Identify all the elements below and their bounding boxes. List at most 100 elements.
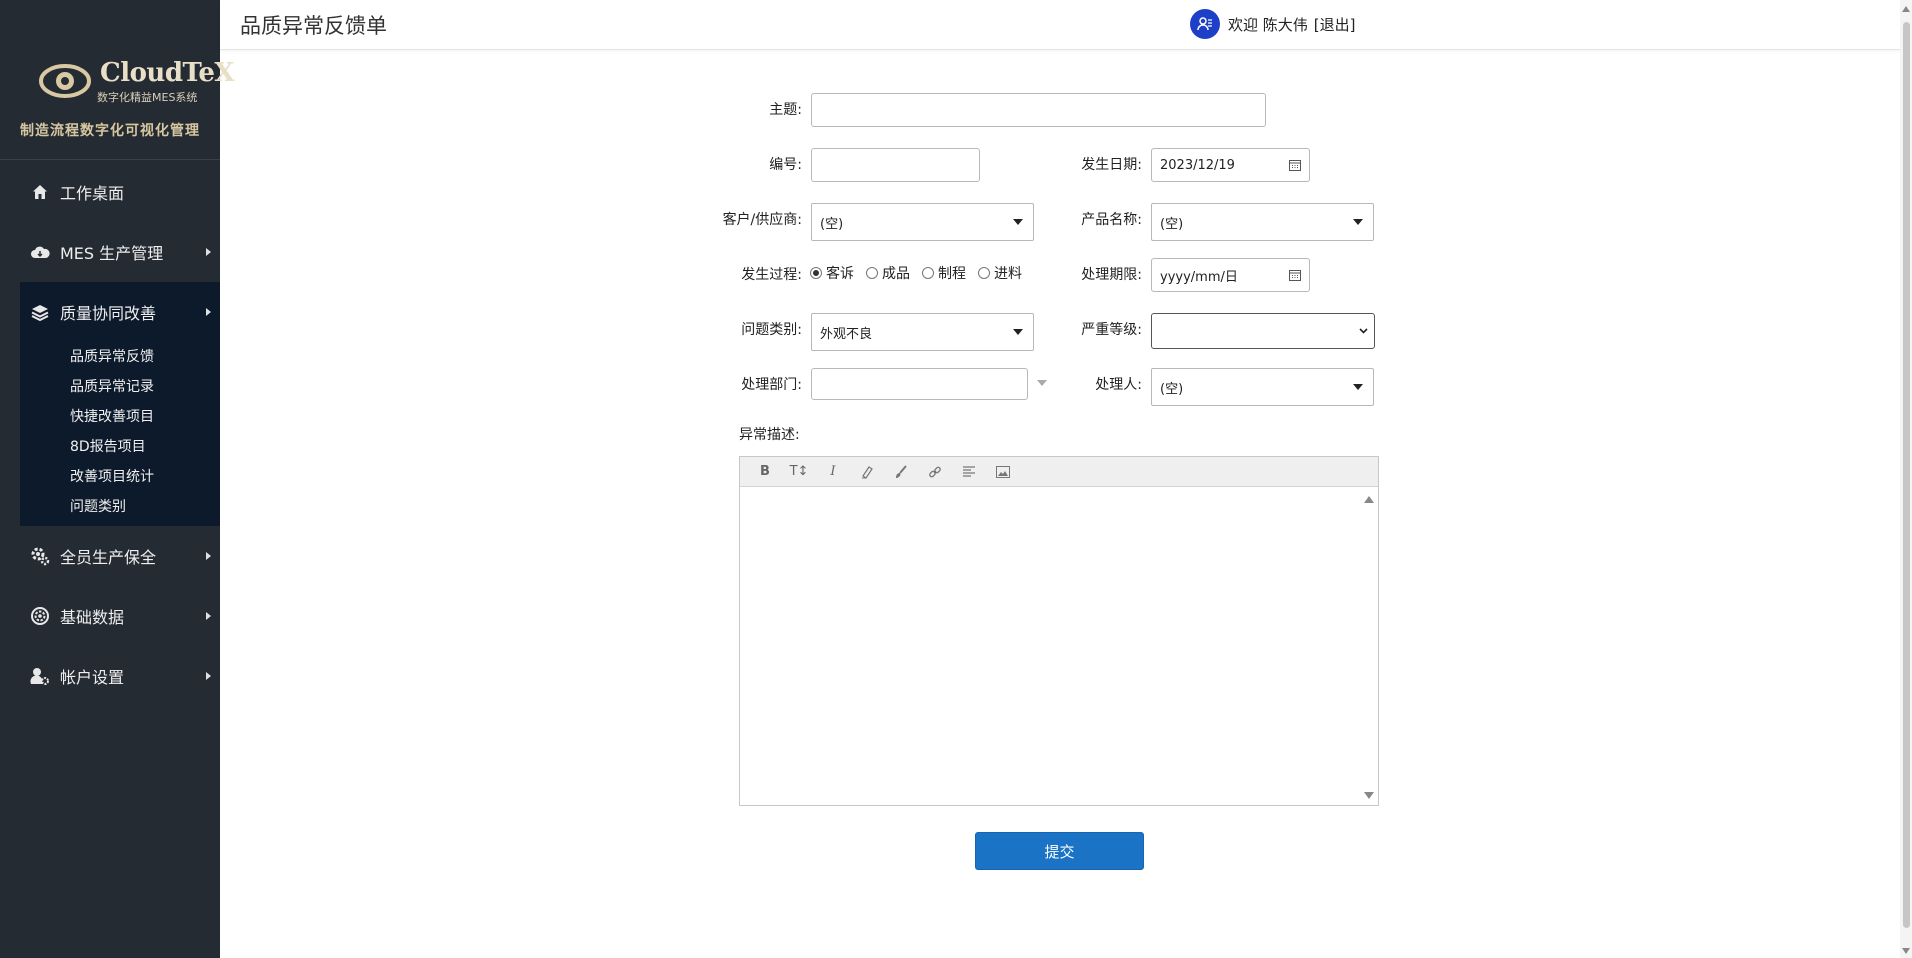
submenu-quality: 品质异常反馈 品质异常记录 快捷改善项目 8D报告项目 改善项目统计 问题类别 (20, 342, 220, 526)
user-area: 欢迎 陈大伟 [退出] (1190, 9, 1356, 39)
sidebar-item-mes[interactable]: MES 生产管理 (0, 222, 220, 282)
sidebar-item-workspace[interactable]: 工作桌面 (0, 162, 220, 222)
sidebar-group-quality: 质量协同改善 品质异常反馈 品质异常记录 快捷改善项目 8D报告项目 改善项目统… (20, 282, 220, 526)
sidebar-item-label: MES 生产管理 (60, 244, 164, 263)
scroll-down-icon[interactable] (1902, 948, 1910, 954)
sidebar-item-basic-data[interactable]: 基础数据 (0, 586, 220, 646)
customer-label: 客户/供应商: (722, 212, 802, 228)
chevron-right-icon (206, 248, 211, 256)
link-icon[interactable] (922, 461, 948, 483)
bold-icon[interactable]: B (752, 461, 778, 483)
layers-icon (30, 302, 50, 322)
font-size-icon[interactable]: T↕ (786, 461, 812, 483)
chevron-right-icon (206, 612, 211, 620)
radio-label: 客诉 (826, 266, 854, 282)
submenu-item-8d-report[interactable]: 8D报告项目 (20, 432, 220, 462)
radio-dot (922, 267, 934, 279)
severity-select[interactable] (1151, 313, 1375, 349)
description-editor: B T↕ I (739, 456, 1379, 806)
logo-subtitle: 数字化精益MES系统 (97, 91, 198, 104)
handler-label: 处理人: (1095, 377, 1142, 393)
radio-incoming[interactable]: 进料 (978, 263, 1022, 283)
product-value: (空) (1160, 216, 1184, 232)
italic-icon[interactable]: I (820, 461, 846, 483)
category-value: 外观不良 (820, 326, 873, 342)
submenu-item-quality-feedback[interactable]: 品质异常反馈 (20, 342, 220, 372)
sidebar: CloudTeX 数字化精益MES系统 制造流程数字化可视化管理 工作桌面 ME… (0, 0, 235, 958)
radio-complaint[interactable]: 客诉 (810, 263, 854, 283)
handler-value: (空) (1160, 381, 1184, 397)
home-icon (30, 182, 50, 202)
dept-input[interactable] (811, 368, 1028, 400)
chevron-right-icon (206, 552, 211, 560)
chevron-down-icon (1013, 329, 1023, 335)
scroll-up-icon[interactable] (1364, 496, 1374, 503)
number-input[interactable] (811, 148, 980, 182)
logo-title: CloudTeX (100, 58, 235, 88)
customer-select[interactable]: (空) (811, 203, 1034, 241)
logout-link[interactable]: [退出] (1314, 14, 1356, 35)
chevron-right-icon (206, 672, 211, 680)
submit-button[interactable]: 提交 (975, 832, 1144, 870)
sidebar-item-quality[interactable]: 质量协同改善 (20, 282, 220, 342)
subject-input[interactable] (811, 93, 1266, 127)
editor-content-area[interactable] (740, 488, 1378, 805)
radio-label: 成品 (882, 266, 910, 282)
chevron-down-icon (1359, 328, 1368, 334)
logo-slogan: 制造流程数字化可视化管理 (20, 123, 200, 139)
align-icon[interactable] (956, 461, 982, 483)
image-icon[interactable] (990, 461, 1016, 483)
subject-label: 主题: (769, 102, 802, 118)
description-label: 异常描述: (739, 427, 800, 443)
process-radio-group: 客诉 成品 制程 进料 (810, 263, 1034, 283)
product-select[interactable]: (空) (1151, 203, 1374, 241)
calendar-icon[interactable] (1289, 159, 1301, 171)
calendar-icon[interactable] (1289, 269, 1301, 281)
sidebar-item-label: 全员生产保全 (60, 548, 157, 567)
sidebar-item-account[interactable]: 帐户设置 (0, 646, 220, 706)
sidebar-item-label: 基础数据 (60, 608, 125, 627)
page-scrollbar[interactable] (1900, 0, 1912, 958)
welcome-text: 欢迎 陈大伟 (1228, 15, 1308, 34)
submenu-item-improvement-stats[interactable]: 改善项目统计 (20, 462, 220, 492)
sidebar-item-label: 质量协同改善 (60, 304, 157, 323)
radio-finished[interactable]: 成品 (866, 263, 910, 283)
scroll-down-icon[interactable] (1364, 792, 1374, 799)
severity-label: 严重等级: (1081, 322, 1142, 338)
header: 品质异常反馈单 欢迎 陈大伟 [退出] (220, 0, 1900, 50)
deadline-input[interactable]: yyyy/mm/日 (1151, 258, 1310, 292)
radio-label: 进料 (994, 266, 1022, 282)
deadline-placeholder: yyyy/mm/日 (1160, 269, 1238, 285)
category-label: 问题类别: (741, 322, 802, 338)
chevron-down-icon (1353, 384, 1363, 390)
date-input[interactable]: 2023/12/19 (1151, 148, 1310, 182)
sidebar-item-maintenance[interactable]: 全员生产保全 (0, 526, 220, 586)
chevron-right-icon (206, 308, 211, 316)
radio-dot (866, 267, 878, 279)
date-label: 发生日期: (1081, 157, 1142, 173)
logo-area: CloudTeX 数字化精益MES系统 制造流程数字化可视化管理 (0, 0, 235, 160)
user-settings-icon (30, 666, 50, 686)
sidebar-item-label: 工作桌面 (60, 184, 125, 203)
handler-select[interactable]: (空) (1151, 368, 1374, 406)
chevron-down-icon (1353, 219, 1363, 225)
number-label: 编号: (769, 157, 802, 173)
radio-dot (810, 267, 822, 279)
date-value: 2023/12/19 (1160, 157, 1235, 173)
avatar (1190, 9, 1220, 39)
highlight-icon[interactable] (854, 461, 880, 483)
brush-icon[interactable] (888, 461, 914, 483)
gears-icon (30, 546, 50, 566)
submenu-item-quick-improvement[interactable]: 快捷改善项目 (20, 402, 220, 432)
product-label: 产品名称: (1081, 212, 1142, 228)
radio-dot (978, 267, 990, 279)
chevron-down-icon (1013, 219, 1023, 225)
submenu-item-problem-category[interactable]: 问题类别 (20, 492, 220, 522)
radio-process[interactable]: 制程 (922, 263, 966, 283)
logo-icon (39, 64, 91, 98)
scroll-thumb[interactable] (1903, 22, 1910, 928)
editor-toolbar: B T↕ I (740, 457, 1378, 487)
submenu-item-quality-records[interactable]: 品质异常记录 (20, 372, 220, 402)
category-select[interactable]: 外观不良 (811, 313, 1034, 351)
scroll-up-icon[interactable] (1902, 6, 1910, 12)
